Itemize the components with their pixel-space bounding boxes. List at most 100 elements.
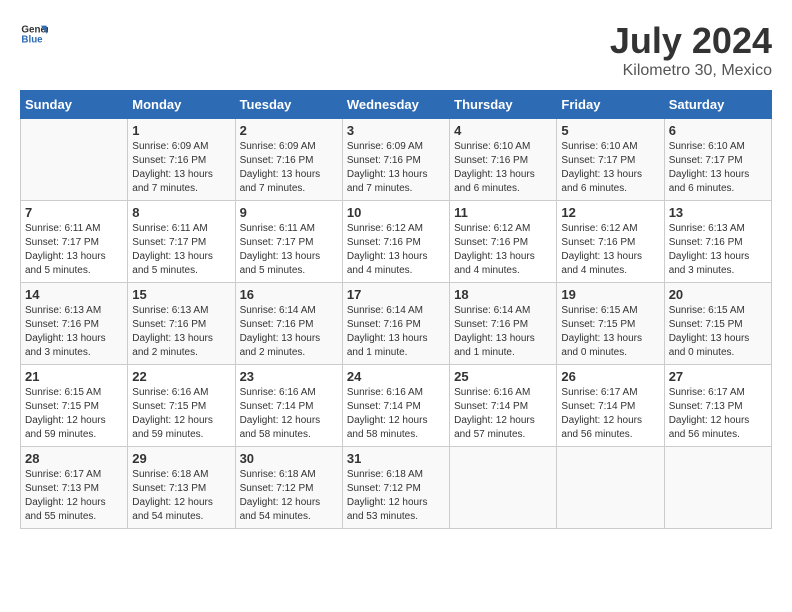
day-number: 1 bbox=[132, 123, 230, 138]
week-row-2: 7 Sunrise: 6:11 AM Sunset: 7:17 PM Daylig… bbox=[21, 201, 772, 283]
day-info: Sunrise: 6:09 AM Sunset: 7:16 PM Dayligh… bbox=[132, 140, 230, 196]
day-info: Sunrise: 6:11 AM Sunset: 7:17 PM Dayligh… bbox=[240, 222, 338, 278]
day-info: Sunrise: 6:17 AM Sunset: 7:13 PM Dayligh… bbox=[25, 468, 123, 524]
day-info: Sunrise: 6:18 AM Sunset: 7:12 PM Dayligh… bbox=[240, 468, 338, 524]
day-number: 27 bbox=[669, 369, 767, 384]
day-info: Sunrise: 6:13 AM Sunset: 7:16 PM Dayligh… bbox=[669, 222, 767, 278]
week-row-1: 1 Sunrise: 6:09 AM Sunset: 7:16 PM Daylig… bbox=[21, 119, 772, 201]
calendar-header-row: SundayMondayTuesdayWednesdayThursdayFrid… bbox=[21, 91, 772, 119]
calendar-cell: 14Sunrise: 6:13 AM Sunset: 7:16 PM Dayli… bbox=[21, 283, 128, 365]
day-number: 31 bbox=[347, 451, 445, 466]
calendar-cell: 21Sunrise: 6:15 AM Sunset: 7:15 PM Dayli… bbox=[21, 365, 128, 447]
calendar-cell: 27 Sunrise: 6:17 AM Sunset: 7:13 PM Dayli… bbox=[664, 365, 771, 447]
calendar-cell: 5 Sunrise: 6:10 AM Sunset: 7:17 PM Daylig… bbox=[557, 119, 664, 201]
day-info: Sunrise: 6:15 AM Sunset: 7:15 PM Dayligh… bbox=[561, 304, 659, 360]
calendar-cell: 2 Sunrise: 6:09 AM Sunset: 7:16 PM Daylig… bbox=[235, 119, 342, 201]
calendar-cell: 9 Sunrise: 6:11 AM Sunset: 7:17 PM Daylig… bbox=[235, 201, 342, 283]
calendar-cell bbox=[664, 447, 771, 529]
calendar-cell: 7 Sunrise: 6:11 AM Sunset: 7:17 PM Daylig… bbox=[21, 201, 128, 283]
day-number: 4 bbox=[454, 123, 552, 138]
day-info: Sunrise: 6:14 AM Sunset: 7:16 PM Dayligh… bbox=[347, 304, 445, 360]
calendar-cell: 12Sunrise: 6:12 AM Sunset: 7:16 PM Dayli… bbox=[557, 201, 664, 283]
calendar-cell bbox=[21, 119, 128, 201]
day-number: 15 bbox=[132, 287, 230, 302]
calendar-cell: 1 Sunrise: 6:09 AM Sunset: 7:16 PM Daylig… bbox=[128, 119, 235, 201]
day-number: 3 bbox=[347, 123, 445, 138]
day-header-thursday: Thursday bbox=[450, 91, 557, 119]
day-info: Sunrise: 6:11 AM Sunset: 7:17 PM Dayligh… bbox=[132, 222, 230, 278]
day-number: 28 bbox=[25, 451, 123, 466]
day-number: 17 bbox=[347, 287, 445, 302]
calendar-cell: 29Sunrise: 6:18 AM Sunset: 7:13 PM Dayli… bbox=[128, 447, 235, 529]
day-info: Sunrise: 6:10 AM Sunset: 7:17 PM Dayligh… bbox=[669, 140, 767, 196]
day-number: 5 bbox=[561, 123, 659, 138]
day-info: Sunrise: 6:14 AM Sunset: 7:16 PM Dayligh… bbox=[454, 304, 552, 360]
day-header-sunday: Sunday bbox=[21, 91, 128, 119]
day-info: Sunrise: 6:16 AM Sunset: 7:14 PM Dayligh… bbox=[240, 386, 338, 442]
calendar-cell: 6Sunrise: 6:10 AM Sunset: 7:17 PM Daylig… bbox=[664, 119, 771, 201]
calendar-body: 1 Sunrise: 6:09 AM Sunset: 7:16 PM Daylig… bbox=[21, 119, 772, 529]
day-number: 25 bbox=[454, 369, 552, 384]
calendar-cell: 25 Sunrise: 6:16 AM Sunset: 7:14 PM Dayli… bbox=[450, 365, 557, 447]
day-header-tuesday: Tuesday bbox=[235, 91, 342, 119]
calendar-cell bbox=[450, 447, 557, 529]
calendar-cell: 19 Sunrise: 6:15 AM Sunset: 7:15 PM Dayli… bbox=[557, 283, 664, 365]
day-info: Sunrise: 6:17 AM Sunset: 7:13 PM Dayligh… bbox=[669, 386, 767, 442]
logo: General Blue bbox=[20, 20, 48, 48]
day-info: Sunrise: 6:16 AM Sunset: 7:15 PM Dayligh… bbox=[132, 386, 230, 442]
day-header-saturday: Saturday bbox=[664, 91, 771, 119]
day-info: Sunrise: 6:16 AM Sunset: 7:14 PM Dayligh… bbox=[347, 386, 445, 442]
calendar-cell: 30 Sunrise: 6:18 AM Sunset: 7:12 PM Dayli… bbox=[235, 447, 342, 529]
calendar-cell: 17 Sunrise: 6:14 AM Sunset: 7:16 PM Dayli… bbox=[342, 283, 449, 365]
calendar-cell: 15 Sunrise: 6:13 AM Sunset: 7:16 PM Dayli… bbox=[128, 283, 235, 365]
calendar-cell: 13 Sunrise: 6:13 AM Sunset: 7:16 PM Dayli… bbox=[664, 201, 771, 283]
day-number: 20 bbox=[669, 287, 767, 302]
day-info: Sunrise: 6:12 AM Sunset: 7:16 PM Dayligh… bbox=[454, 222, 552, 278]
week-row-5: 28 Sunrise: 6:17 AM Sunset: 7:13 PM Dayli… bbox=[21, 447, 772, 529]
calendar-cell: 28 Sunrise: 6:17 AM Sunset: 7:13 PM Dayli… bbox=[21, 447, 128, 529]
day-info: Sunrise: 6:10 AM Sunset: 7:17 PM Dayligh… bbox=[561, 140, 659, 196]
day-info: Sunrise: 6:18 AM Sunset: 7:13 PM Dayligh… bbox=[132, 468, 230, 524]
day-number: 11 bbox=[454, 205, 552, 220]
day-info: Sunrise: 6:15 AM Sunset: 7:15 PM Dayligh… bbox=[669, 304, 767, 360]
day-number: 23 bbox=[240, 369, 338, 384]
calendar-cell: 26 Sunrise: 6:17 AM Sunset: 7:14 PM Dayli… bbox=[557, 365, 664, 447]
day-number: 16 bbox=[240, 287, 338, 302]
day-info: Sunrise: 6:17 AM Sunset: 7:14 PM Dayligh… bbox=[561, 386, 659, 442]
week-row-3: 14Sunrise: 6:13 AM Sunset: 7:16 PM Dayli… bbox=[21, 283, 772, 365]
day-info: Sunrise: 6:16 AM Sunset: 7:14 PM Dayligh… bbox=[454, 386, 552, 442]
day-info: Sunrise: 6:09 AM Sunset: 7:16 PM Dayligh… bbox=[240, 140, 338, 196]
logo-icon: General Blue bbox=[20, 20, 48, 48]
day-info: Sunrise: 6:09 AM Sunset: 7:16 PM Dayligh… bbox=[347, 140, 445, 196]
day-number: 13 bbox=[669, 205, 767, 220]
calendar-cell: 20 Sunrise: 6:15 AM Sunset: 7:15 PM Dayli… bbox=[664, 283, 771, 365]
day-header-wednesday: Wednesday bbox=[342, 91, 449, 119]
day-number: 9 bbox=[240, 205, 338, 220]
calendar-table: SundayMondayTuesdayWednesdayThursdayFrid… bbox=[20, 90, 772, 529]
title-block: July 2024 Kilometro 30, Mexico bbox=[610, 20, 772, 80]
day-number: 26 bbox=[561, 369, 659, 384]
week-row-4: 21Sunrise: 6:15 AM Sunset: 7:15 PM Dayli… bbox=[21, 365, 772, 447]
day-number: 24 bbox=[347, 369, 445, 384]
day-info: Sunrise: 6:13 AM Sunset: 7:16 PM Dayligh… bbox=[25, 304, 123, 360]
day-number: 18 bbox=[454, 287, 552, 302]
calendar-cell: 24 Sunrise: 6:16 AM Sunset: 7:14 PM Dayli… bbox=[342, 365, 449, 447]
day-number: 21 bbox=[25, 369, 123, 384]
day-info: Sunrise: 6:10 AM Sunset: 7:16 PM Dayligh… bbox=[454, 140, 552, 196]
calendar-cell: 18 Sunrise: 6:14 AM Sunset: 7:16 PM Dayli… bbox=[450, 283, 557, 365]
calendar-cell: 3 Sunrise: 6:09 AM Sunset: 7:16 PM Daylig… bbox=[342, 119, 449, 201]
day-info: Sunrise: 6:13 AM Sunset: 7:16 PM Dayligh… bbox=[132, 304, 230, 360]
day-number: 30 bbox=[240, 451, 338, 466]
day-number: 12 bbox=[561, 205, 659, 220]
calendar-cell: 16Sunrise: 6:14 AM Sunset: 7:16 PM Dayli… bbox=[235, 283, 342, 365]
day-number: 7 bbox=[25, 205, 123, 220]
day-number: 10 bbox=[347, 205, 445, 220]
day-header-monday: Monday bbox=[128, 91, 235, 119]
day-info: Sunrise: 6:11 AM Sunset: 7:17 PM Dayligh… bbox=[25, 222, 123, 278]
location-subtitle: Kilometro 30, Mexico bbox=[610, 62, 772, 80]
day-number: 8 bbox=[132, 205, 230, 220]
calendar-cell: 23 Sunrise: 6:16 AM Sunset: 7:14 PM Dayli… bbox=[235, 365, 342, 447]
day-number: 2 bbox=[240, 123, 338, 138]
day-number: 19 bbox=[561, 287, 659, 302]
page-header: General Blue July 2024 Kilometro 30, Mex… bbox=[20, 20, 772, 80]
